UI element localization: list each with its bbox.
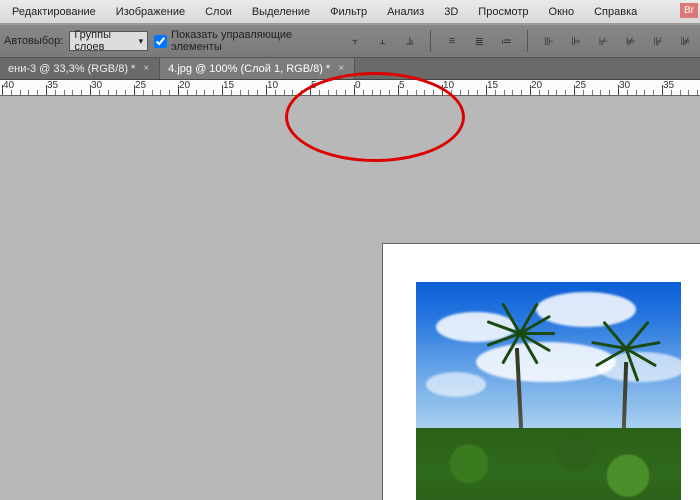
menu-view[interactable]: Просмотр — [468, 2, 538, 22]
distribute-2-icon[interactable]: ⊫ — [565, 30, 586, 52]
ruler-number: 10 — [443, 80, 454, 91]
menu-image[interactable]: Изображение — [106, 2, 195, 22]
ruler-number: 25 — [135, 80, 146, 91]
menu-3d[interactable]: 3D — [434, 2, 468, 22]
divider — [430, 30, 431, 52]
autoselect-value: Группы слоев — [74, 29, 134, 53]
tab-doc-2[interactable]: 4.jpg @ 100% (Слой 1, RGB/8) * × — [160, 58, 355, 79]
horizontal-ruler[interactable]: 40 35 30 25 20 15 10 5 0 5 10 15 20 25 30 35 — [0, 80, 700, 96]
distribute-1-icon[interactable]: ⊪ — [538, 30, 559, 52]
menu-help[interactable]: Справка — [584, 2, 647, 22]
autoselect-dropdown[interactable]: Группы слоев — [69, 31, 148, 51]
ruler-number: 0 — [355, 80, 361, 91]
menu-edit[interactable]: Редактирование — [2, 2, 106, 22]
menu-filter[interactable]: Фильтр — [320, 2, 377, 22]
menu-bar: Редактирование Изображение Слои Выделени… — [0, 0, 700, 24]
distribute-6-icon[interactable]: ⊯ — [675, 30, 696, 52]
menu-select[interactable]: Выделение — [242, 2, 320, 22]
align-right-icon[interactable]: ≔ — [496, 30, 517, 52]
close-icon[interactable]: × — [141, 63, 151, 74]
ruler-number: 35 — [663, 80, 674, 91]
document-image[interactable] — [416, 282, 681, 500]
align-hcenter-icon[interactable]: ≣ — [469, 30, 490, 52]
align-vcenter-icon[interactable]: ⫠ — [372, 30, 393, 52]
ruler-number: 20 — [531, 80, 542, 91]
align-left-icon[interactable]: ≡ — [441, 30, 462, 52]
show-controls-checkbox[interactable]: Показать управляющие элементы — [154, 29, 322, 53]
palm-fronds — [596, 317, 656, 377]
ruler-number: 15 — [223, 80, 234, 91]
divider — [527, 30, 528, 52]
ruler-number: 10 — [267, 80, 278, 91]
autoselect-label: Автовыбор: — [4, 35, 63, 47]
distribute-3-icon[interactable]: ⊬ — [593, 30, 614, 52]
foliage — [416, 428, 681, 500]
menu-analysis[interactable]: Анализ — [377, 2, 434, 22]
tab-label: 4.jpg @ 100% (Слой 1, RGB/8) * — [168, 63, 330, 75]
options-bar: Автовыбор: Группы слоев Показать управля… — [0, 24, 700, 58]
cloud — [426, 372, 486, 397]
palm-fronds — [490, 302, 550, 362]
ruler-number: 5 — [399, 80, 405, 91]
ruler-number: 25 — [575, 80, 586, 91]
document-tabs: ени-3 @ 33,3% (RGB/8) * × 4.jpg @ 100% (… — [0, 58, 700, 80]
ruler-number: 5 — [311, 80, 317, 91]
ruler-number: 35 — [47, 80, 58, 91]
distribute-5-icon[interactable]: ⊮ — [647, 30, 668, 52]
show-controls-input[interactable] — [154, 35, 167, 48]
canvas-area[interactable] — [0, 96, 700, 500]
show-controls-label: Показать управляющие элементы — [171, 29, 322, 53]
bridge-button[interactable]: Br — [680, 3, 698, 18]
ruler-number: 20 — [179, 80, 190, 91]
menu-window[interactable]: Окно — [539, 2, 585, 22]
distribute-4-icon[interactable]: ⊭ — [620, 30, 641, 52]
ruler-number: 30 — [619, 80, 630, 91]
ruler-number: 15 — [487, 80, 498, 91]
close-icon[interactable]: × — [336, 63, 346, 74]
align-bottom-icon[interactable]: ⫡ — [399, 30, 420, 52]
align-top-icon[interactable]: ⫟ — [344, 30, 365, 52]
document-artboard[interactable] — [383, 244, 700, 500]
menu-layers[interactable]: Слои — [195, 2, 242, 22]
ruler-number: 40 — [3, 80, 14, 91]
tab-label: ени-3 @ 33,3% (RGB/8) * — [8, 63, 135, 75]
tab-doc-1[interactable]: ени-3 @ 33,3% (RGB/8) * × — [0, 58, 160, 79]
ruler-number: 30 — [91, 80, 102, 91]
